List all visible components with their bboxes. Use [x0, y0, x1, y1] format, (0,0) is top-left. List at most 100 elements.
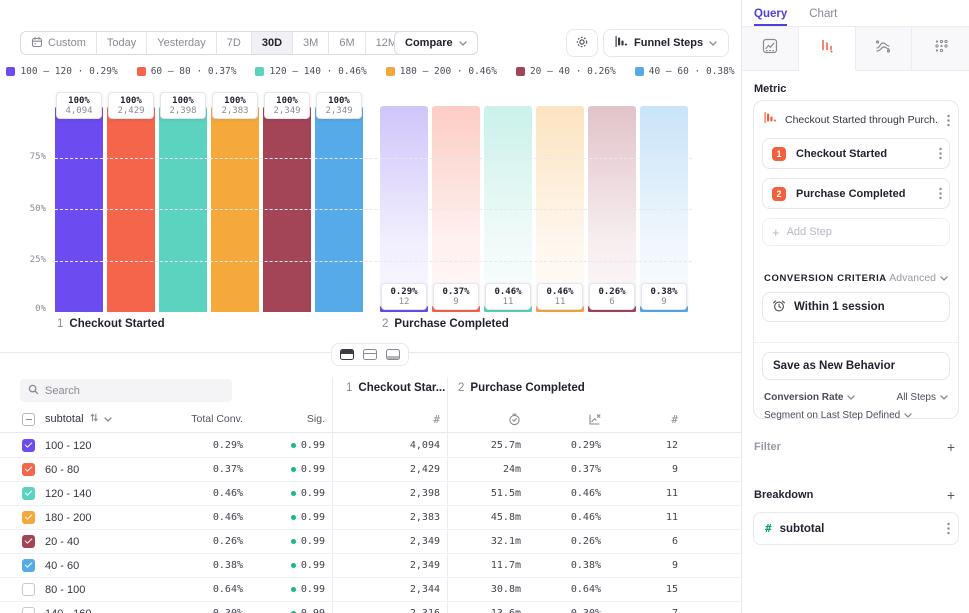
row-checkbox[interactable] [22, 487, 35, 500]
row-checkbox[interactable] [22, 607, 35, 613]
chevron-down-icon[interactable] [103, 416, 112, 422]
legend-item[interactable]: 100 – 120 · 0.29% [6, 66, 118, 77]
table-row: 20 - 40 0.26% 0.99 2,349 32.1m 0.26% 6 [0, 530, 741, 554]
gear-icon [575, 35, 589, 52]
add-step-button[interactable]: + Add Step [762, 218, 950, 246]
bar-value-label: 100% 4,094 [56, 92, 102, 119]
x-axis-label-step2: 2 Purchase Completed [382, 318, 509, 330]
chart-type-journeys-tab[interactable] [855, 27, 913, 71]
kebab-menu-icon[interactable] [939, 147, 942, 160]
add-breakdown-button[interactable]: + [947, 488, 955, 502]
legend-label: 180 – 200 · 0.46% [399, 66, 497, 77]
dots-grid-icon [933, 38, 949, 59]
legend-swatch [255, 67, 265, 76]
bar-value-label: 100% 2,398 [160, 92, 206, 119]
section-divider [754, 342, 958, 343]
legend-item[interactable]: 120 – 140 · 0.46% [255, 66, 367, 77]
conv-value: 0.64% [570, 584, 601, 595]
y-axis-tick: 25% [29, 255, 46, 265]
segment-dropdown[interactable]: Segment on Last Step Defined [764, 410, 912, 421]
sig-value: 0.99 [243, 608, 325, 613]
range-3m[interactable]: 3M [293, 32, 330, 54]
sort-icon[interactable] [90, 413, 98, 425]
funnel-chart: 100% 4,094 0.29% 12 100% 2,429 0.37% 9 100% 2,398… [0, 92, 741, 314]
alarm-clock-icon [772, 299, 786, 316]
all-steps-dropdown[interactable]: All Steps [897, 392, 948, 403]
conversion-window-button[interactable]: Within 1 session [762, 292, 950, 322]
row-checkbox[interactable] [22, 583, 35, 596]
legend-item[interactable]: 20 – 40 · 0.26% [515, 66, 616, 77]
tab-chart[interactable]: Chart [809, 8, 837, 26]
chart-type-funnel-tab[interactable] [798, 27, 856, 71]
gridline [55, 260, 692, 262]
layout-chart-icon[interactable] [360, 347, 380, 362]
count-column-icon[interactable]: # [325, 413, 447, 426]
avg-time-value: 11.7m [490, 560, 521, 571]
row-checkbox[interactable] [22, 463, 35, 476]
funnel-step-card[interactable]: 1 Checkout Started [762, 138, 950, 169]
legend-item[interactable]: 180 – 200 · 0.46% [385, 66, 497, 77]
table-group-header-step1: 1 Checkout Star... [346, 382, 446, 394]
conv-value: 0.38% [570, 560, 601, 571]
conversion-column-icon[interactable] [528, 413, 608, 426]
save-behavior-button[interactable]: Save as New Behavior [762, 352, 950, 380]
chart-legend: 100 – 120 · 0.29% 60 – 80 · 0.37% 120 – 14… [0, 66, 741, 77]
select-all-checkbox[interactable] [22, 412, 35, 426]
row-checkbox[interactable] [22, 439, 35, 452]
kebab-menu-icon[interactable] [947, 114, 950, 127]
sig-header[interactable]: Sig. [243, 413, 325, 425]
range-today[interactable]: Today [97, 32, 148, 54]
legend-item[interactable]: 40 – 60 · 0.38% [634, 66, 735, 77]
funnel-metric-icon [764, 111, 777, 129]
gridline [55, 209, 692, 210]
step2-count: 11 [665, 512, 678, 523]
metric-header[interactable]: Checkout Started through Purch... [754, 101, 958, 138]
funnel-step-card[interactable]: 2 Purchase Completed [762, 178, 950, 209]
row-checkbox[interactable] [22, 535, 35, 548]
sig-dot-icon [290, 539, 296, 544]
add-filter-button[interactable]: + [947, 440, 955, 454]
subtotal-column-header[interactable]: subtotal [45, 413, 183, 425]
journeys-icon [875, 38, 891, 59]
tab-query[interactable]: Query [754, 8, 788, 26]
count-column-icon[interactable]: # [608, 413, 685, 426]
conversion-rate-dropdown[interactable]: Conversion Rate [764, 392, 856, 403]
range-30d[interactable]: 30D [251, 32, 294, 54]
range-7d[interactable]: 7D [217, 32, 252, 54]
conv-value: 0.46% [570, 488, 601, 499]
sig-dot-icon [290, 515, 296, 520]
chart-type-more-tab[interactable] [912, 27, 969, 71]
row-checkbox[interactable] [22, 559, 35, 572]
chevron-down-icon [904, 413, 912, 418]
sig-value: 0.99 [243, 464, 325, 475]
layout-split-icon[interactable] [337, 347, 357, 362]
search-placeholder: Search [45, 384, 80, 397]
row-checkbox[interactable] [22, 511, 35, 524]
chevron-down-icon [940, 395, 948, 400]
chart-type-picker-button[interactable]: Funnel Steps [603, 29, 730, 57]
range-custom[interactable]: Custom [21, 32, 97, 54]
total-conv-header[interactable]: Total Conv. [183, 413, 243, 425]
metric-footer-row1: Conversion Rate All Steps [764, 392, 948, 403]
settings-button[interactable] [566, 29, 598, 57]
breakdown-property-card[interactable]: # subtotal [753, 512, 959, 545]
advanced-toggle[interactable]: Advanced [889, 272, 948, 284]
time-to-convert-icon[interactable] [447, 413, 528, 426]
avg-time-value: 25.7m [490, 440, 521, 451]
search-input[interactable]: Search [20, 379, 232, 402]
kebab-menu-icon[interactable] [939, 187, 942, 200]
legend-label: 40 – 60 · 0.38% [648, 66, 735, 77]
legend-label: 60 – 80 · 0.37% [150, 66, 237, 77]
kebab-menu-icon[interactable] [947, 522, 950, 535]
avg-time-value: 13.6m [447, 608, 528, 613]
compare-button[interactable]: Compare [394, 31, 478, 55]
sig-dot-icon [290, 467, 296, 472]
step2-count: 9 [671, 464, 678, 475]
range-6m[interactable]: 6M [329, 32, 366, 54]
layout-table-icon[interactable] [383, 347, 403, 362]
legend-item[interactable]: 60 – 80 · 0.37% [136, 66, 237, 77]
chart-type-line-tab[interactable] [742, 27, 799, 71]
range-yesterday[interactable]: Yesterday [147, 32, 217, 54]
step1-count: 2,316 [325, 608, 447, 613]
table-row: 60 - 80 0.37% 0.99 2,429 24m 0.37% 9 [0, 458, 741, 482]
